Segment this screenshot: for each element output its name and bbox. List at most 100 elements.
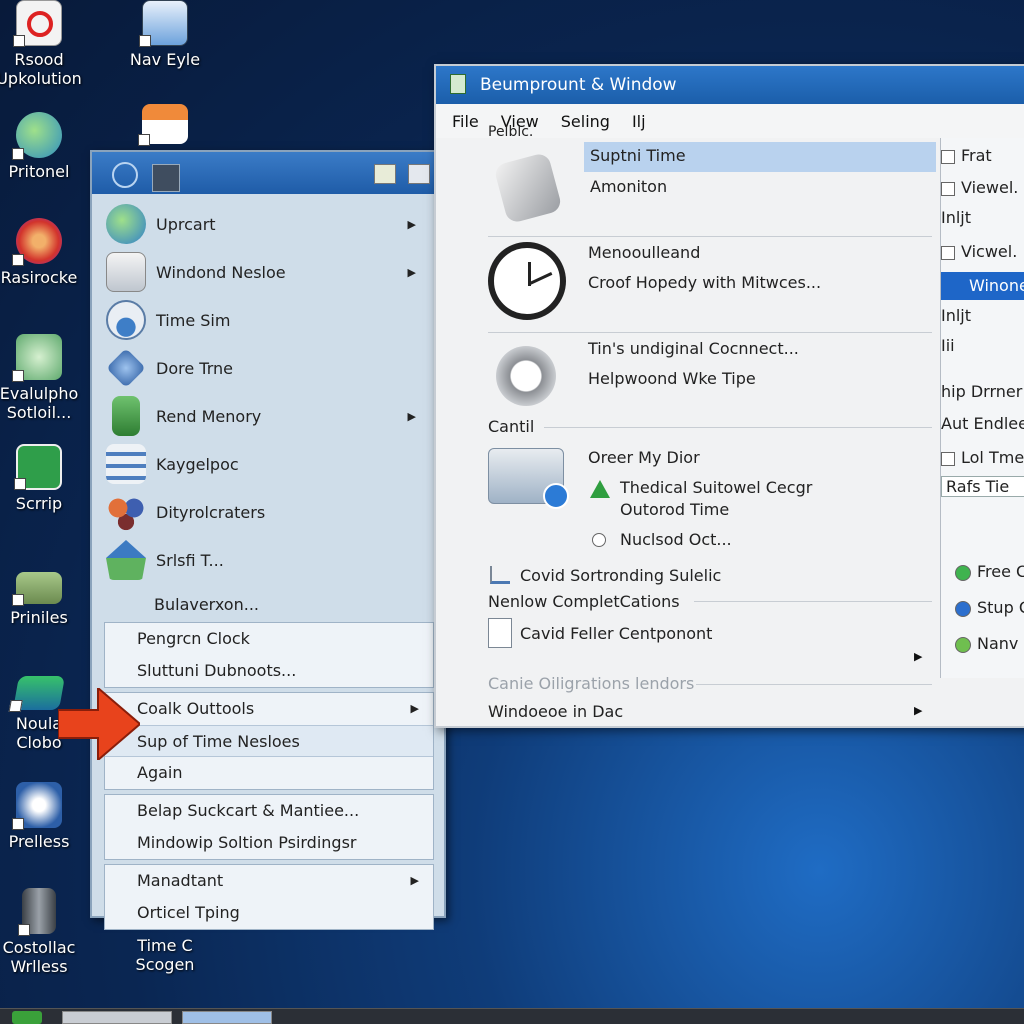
menu-item[interactable]: Srlsfi T... — [104, 536, 434, 584]
menu-item[interactable]: Uprcart ▶ — [104, 200, 434, 248]
menu-file[interactable]: File — [452, 112, 479, 131]
menu-item[interactable]: Bulaverxon... — [104, 584, 434, 624]
panel-item-line: Thedical Suitowel Cecgr — [620, 478, 813, 497]
chevron-right-icon: ▶ — [407, 265, 416, 279]
desktop-icon[interactable]: Rasirocke — [0, 218, 84, 287]
menu-item[interactable]: Dore Trne — [104, 344, 434, 392]
menu-item[interactable]: Rend Menory ▶ — [104, 392, 434, 440]
panel-row[interactable]: Lol Tme — [941, 448, 1024, 467]
panel-line[interactable]: Covid Sortronding Sulelic — [520, 566, 721, 585]
desktop-icon[interactable]: Nav Eyle — [120, 0, 210, 69]
desktop-icon-label: Rasirocke — [0, 268, 78, 287]
window-titlebar[interactable]: Beumprount & Window — [436, 66, 1024, 104]
row-label: Free C — [977, 562, 1024, 581]
panel-line[interactable]: Nenlow CompletCations — [488, 592, 680, 611]
menu-entry[interactable]: Orticel Tping — [105, 897, 433, 929]
menu-help[interactable]: Ilj — [632, 112, 646, 131]
menu-entry[interactable]: Mindowip Soltion Psirdingsr — [105, 827, 433, 859]
panel-row[interactable]: hip Drrner — [941, 382, 1024, 401]
lock-icon[interactable] — [374, 164, 396, 184]
panel-row[interactable]: Inljt — [941, 208, 1024, 227]
desktop-icon[interactable]: Pritonel — [0, 112, 84, 181]
menu-item[interactable]: Windond Nesloe ▶ — [104, 248, 434, 296]
panel-row[interactable]: Viewel. — [941, 178, 1024, 197]
menu-entry-selected[interactable]: Sup of Time Nesloes — [105, 725, 433, 757]
menu-item[interactable]: Time Sim — [104, 296, 434, 344]
radio-button[interactable] — [955, 600, 971, 617]
window-icon — [139, 0, 188, 47]
menu-entry[interactable]: Manadtant ▶ — [105, 865, 433, 897]
panel-row-field[interactable]: Rafs Tie — [941, 476, 1024, 497]
user-icon[interactable] — [112, 162, 138, 188]
mail-icon — [106, 252, 146, 292]
menu-seling[interactable]: Seling — [561, 112, 610, 131]
globe-icon — [12, 112, 62, 160]
checkbox[interactable] — [941, 245, 955, 260]
desktop-icon[interactable] — [120, 104, 210, 148]
panel-item-title[interactable]: Oreer My Dior — [588, 448, 700, 467]
desktop-icon[interactable]: Rsood Upkolution — [0, 0, 84, 88]
checkbox[interactable] — [941, 181, 955, 196]
menu-item[interactable]: Kaygelpoc — [104, 440, 434, 488]
menu-entry[interactable]: Sluttuni Dubnoots... — [105, 655, 433, 687]
panel-row[interactable]: Inljt — [941, 306, 1024, 325]
taskbar-item[interactable] — [182, 1011, 272, 1024]
power-icon[interactable] — [408, 164, 430, 184]
menu-item-label: Windond Nesloe — [156, 262, 286, 282]
menu-entry-label: Mindowip Soltion Psirdingsr — [137, 833, 357, 852]
menu-entry-label: Manadtant — [137, 871, 224, 890]
document-icon — [488, 618, 512, 648]
desktop-icon[interactable]: Evalulpho Sotloil... — [0, 334, 84, 422]
gauge-icon — [106, 300, 146, 340]
desktop-icon[interactable]: Scrrip — [0, 444, 84, 513]
panel-row[interactable]: Frat — [941, 146, 1024, 165]
radio-button[interactable] — [955, 564, 971, 581]
checkbox[interactable] — [941, 451, 955, 466]
row-label: Nanv — [977, 634, 1019, 653]
home-icon — [138, 104, 188, 146]
warning-icon — [590, 480, 610, 498]
divider — [694, 601, 932, 602]
menu-item-label: Kaygelpoc — [156, 454, 239, 474]
menu-entry[interactable]: Belap Suckcart & Mantiee... — [105, 795, 433, 827]
desktop-icon[interactable]: Prelless — [0, 782, 84, 851]
menu-entry[interactable]: Again — [105, 757, 433, 789]
panel-line[interactable]: Cavid Feller Centponont — [520, 624, 712, 643]
start-button[interactable] — [12, 1011, 42, 1024]
panel-row[interactable]: Free C — [941, 562, 1024, 581]
radio-button[interactable] — [592, 533, 606, 547]
panel-row-selected[interactable]: Winone — [941, 272, 1024, 300]
menu-item-label: Dityrolcraters — [156, 502, 266, 522]
control-panel-icon — [488, 448, 569, 509]
menu-entry-label: Sup of Time Nesloes — [137, 732, 300, 751]
radio-button[interactable] — [955, 636, 971, 653]
start-menu-header — [92, 152, 444, 194]
divider — [544, 427, 932, 428]
taskbar-item[interactable] — [62, 1011, 172, 1024]
panel-row[interactable]: Nanv — [941, 634, 1024, 653]
home-icon — [106, 540, 146, 580]
panel-item-title[interactable]: Menooulleand — [588, 243, 700, 262]
panel-item-line: Nuclsod Oct... — [620, 530, 732, 549]
desktop-icon[interactable]: Priniles — [0, 562, 84, 627]
menu-item[interactable]: Dityrolcraters — [104, 488, 434, 536]
panel-item-line: Outorod Time — [620, 500, 730, 519]
panel-row[interactable]: Vicwel. — [941, 242, 1024, 261]
panel-row[interactable]: Aut Endlee — [941, 414, 1024, 433]
menu-entry[interactable]: Pengrcn Clock — [105, 623, 433, 655]
flag-icon[interactable] — [152, 164, 180, 192]
clock-icon — [488, 242, 566, 320]
desktop-icon-label: Costollac Wrlless — [2, 938, 76, 976]
checkbox[interactable] — [941, 149, 955, 164]
panel-item-title[interactable]: Tin's undiginal Cocnnect... — [588, 339, 799, 358]
panel-row[interactable]: Iii — [941, 336, 1024, 355]
desktop-icon-label: Evalulpho Sotloil... — [0, 384, 79, 422]
panel-line[interactable]: Windoeoe in Dac — [488, 702, 623, 721]
panel-row[interactable]: Stup C — [941, 598, 1024, 617]
menu-entry[interactable]: Coalk Outtools ▶ — [105, 693, 433, 725]
panel-item-title[interactable]: Suptni Time — [590, 146, 686, 165]
menu-group: Pengrcn Clock Sluttuni Dubnoots... — [104, 622, 434, 688]
desktop-icon[interactable]: Costollac Wrlless — [0, 888, 84, 976]
row-label: Rafs Tie — [946, 477, 1010, 496]
media-disc-icon — [12, 218, 62, 266]
